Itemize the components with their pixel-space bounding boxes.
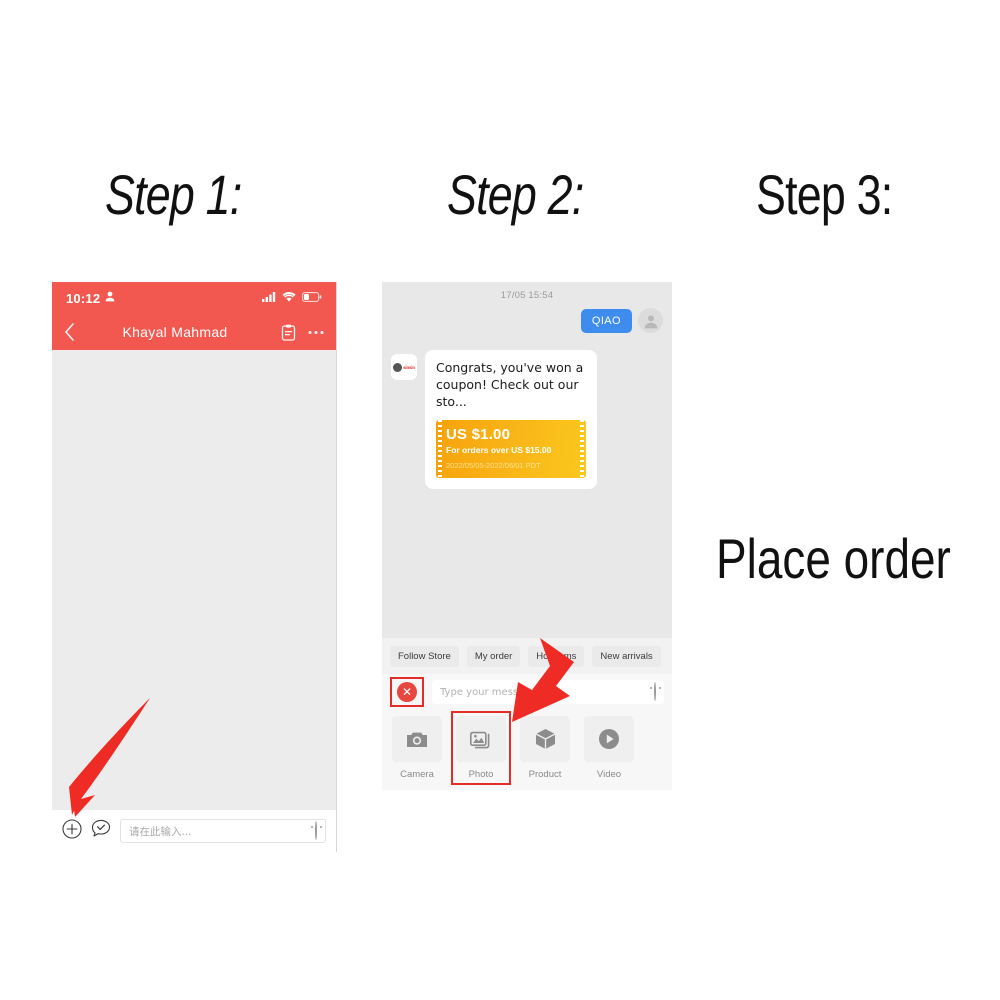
- store-logo-label: sinsin: [403, 364, 415, 370]
- smiley-icon[interactable]: [315, 821, 317, 840]
- coupon-validity: 2022/05/05-2022/06/01 PDT: [446, 460, 541, 470]
- action-label: Video: [596, 769, 622, 780]
- battery-low-icon: [302, 289, 322, 307]
- red-arrow-to-photo-button: [512, 638, 574, 722]
- chat-message-area: 17/05 15:54 QIAO sinsin Congrats, you've…: [382, 282, 672, 638]
- coupon-condition: For orders over US $15.00: [446, 444, 552, 455]
- close-button-highlight: ✕: [390, 677, 424, 707]
- person-icon: [105, 289, 115, 307]
- chat-timestamp: 17/05 15:54: [500, 290, 554, 301]
- step-2-heading: Step 2:: [447, 163, 584, 226]
- camera-icon: [392, 716, 442, 762]
- status-bar: 10:12: [52, 282, 336, 314]
- user-avatar-icon: [638, 308, 663, 333]
- incoming-message-bubble: Congrats, you've won a coupon! Check out…: [425, 350, 597, 489]
- tab-follow-store[interactable]: Follow Store: [390, 645, 459, 667]
- chevron-left-icon[interactable]: [64, 323, 75, 341]
- chat-partner-name: Khayal Mahmad: [122, 324, 228, 340]
- store-logo-icon: sinsin: [391, 354, 417, 380]
- wifi-icon: [282, 289, 296, 307]
- clipboard-order-icon[interactable]: [281, 324, 296, 341]
- incoming-message-row: sinsin Congrats, you've won a coupon! Ch…: [391, 350, 597, 489]
- smiley-icon[interactable]: [654, 682, 656, 701]
- signal-bars-icon: [262, 289, 276, 307]
- coupon-amount: US $1.00: [446, 425, 511, 443]
- outgoing-message-bubble: QIAO: [580, 308, 632, 333]
- tab-new-arrivals[interactable]: New arrivals: [592, 645, 661, 667]
- close-circle-icon[interactable]: ✕: [397, 682, 417, 702]
- step-1-heading: Step 1:: [105, 163, 242, 226]
- coupon-card[interactable]: US $1.00 For orders over US $15.00 2022/…: [436, 419, 586, 478]
- step-3-heading: Step 3:: [756, 163, 893, 226]
- action-camera[interactable]: Camera: [392, 716, 442, 780]
- action-label: Product: [528, 769, 562, 780]
- place-order-text: Place order: [716, 527, 951, 590]
- red-arrow-to-plus-button: [69, 698, 150, 817]
- action-label: Photo: [468, 769, 494, 780]
- outgoing-message-row: QIAO: [580, 308, 663, 333]
- action-label: Camera: [400, 769, 434, 780]
- coupon-message-text: Congrats, you've won a coupon! Check out…: [436, 360, 584, 409]
- status-bar-clock: 10:12: [66, 290, 101, 306]
- phone1-footer: [52, 852, 336, 866]
- ellipsis-icon[interactable]: [308, 330, 324, 335]
- message-input-placeholder: 请在此输入...: [129, 825, 192, 838]
- coupon-perforation-left: [438, 419, 442, 478]
- coupon-perforation-right: [580, 419, 584, 478]
- nav-bar: Khayal Mahmad: [52, 314, 336, 350]
